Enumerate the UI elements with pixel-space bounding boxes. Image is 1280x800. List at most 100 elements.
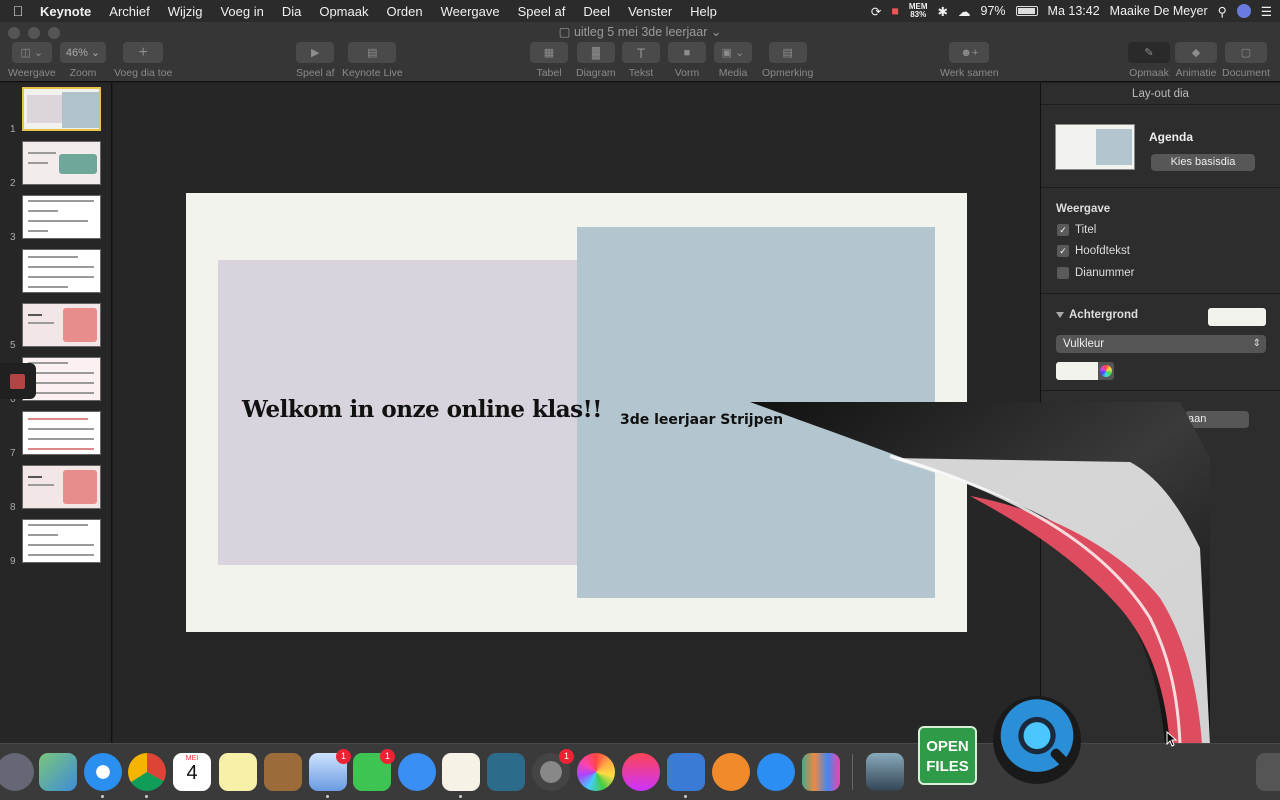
menu-voeg-in[interactable]: Voeg in	[211, 4, 272, 19]
background-heading: Achtergrond	[1069, 309, 1138, 321]
keynote-icon[interactable]	[667, 753, 705, 791]
trash-icon[interactable]	[1256, 753, 1280, 791]
document-title[interactable]: ▢ uitleg 5 mei 3de leerjaar ⌄	[0, 24, 1280, 39]
messages-icon[interactable]	[398, 753, 436, 791]
bluetooth-icon[interactable]: ✱	[938, 4, 948, 19]
slide-title[interactable]: Welkom in onze online klas!!	[242, 396, 602, 423]
notes-icon[interactable]	[219, 753, 257, 791]
maps-icon[interactable]	[39, 753, 77, 791]
apple-menu-icon[interactable]: 	[0, 3, 36, 19]
system-preferences-icon[interactable]: 1	[532, 749, 574, 791]
menu-dia[interactable]: Dia	[273, 4, 311, 19]
spotlight-search-icon[interactable]: ⚲	[1218, 4, 1227, 19]
siri-icon[interactable]	[1236, 4, 1251, 18]
slide-thumbnail-9[interactable]: 9	[0, 519, 112, 567]
menu-deel[interactable]: Deel	[574, 4, 619, 19]
change-master-button[interactable]: Kies basisdia	[1151, 154, 1255, 171]
slide-preview	[22, 411, 101, 455]
current-slide[interactable]: Welkom in onze online klas!! 3de leerjaa…	[186, 193, 967, 632]
notification-badge: 1	[336, 749, 351, 764]
mail-stamp-icon[interactable]: 1	[309, 749, 351, 791]
fill-type-select[interactable]: Vulkleur ⇕	[1056, 335, 1266, 353]
view-tool[interactable]: ◫ ⌄ Weergave	[8, 42, 56, 79]
shield-icon[interactable]: ■	[891, 4, 899, 18]
body-checkbox[interactable]: ✓ Hoofdtekst	[1057, 245, 1130, 257]
format-tool[interactable]: ✎ Opmaak	[1128, 42, 1170, 79]
table-tool[interactable]: ▦ Tabel	[530, 42, 568, 79]
slide-preview	[22, 141, 101, 185]
collaborate-tool[interactable]: ☻+ Werk samen	[940, 42, 999, 79]
slide-thumbnail-8[interactable]: 8	[0, 465, 112, 513]
text-tool[interactable]: T Tekst	[622, 42, 660, 79]
quicktime-icon[interactable]	[993, 696, 1081, 784]
books-icon[interactable]	[712, 753, 750, 791]
menu-orden[interactable]: Orden	[377, 4, 431, 19]
calendar-icon[interactable]: MEI 4	[173, 753, 211, 791]
zoom-tool[interactable]: 46% ⌄ Zoom	[60, 42, 106, 79]
edit-master-button[interactable]: aan	[1185, 411, 1249, 428]
preview-icon[interactable]	[866, 753, 904, 791]
slide-thumbnail-1[interactable]: 1	[0, 87, 112, 135]
add-slide-tool[interactable]: + Voeg dia toe	[114, 42, 172, 79]
chevron-down-icon: ⌄	[710, 25, 722, 39]
fill-color-well[interactable]	[1056, 362, 1098, 380]
menu-archief[interactable]: Archief	[100, 4, 158, 19]
slide-number: 5	[10, 340, 16, 351]
slide-thumbnail-2[interactable]: 2	[0, 141, 112, 189]
color-wheel-icon	[1100, 365, 1112, 377]
slide-thumbnail-3[interactable]: 3	[0, 195, 112, 243]
document-title-text: uitleg 5 mei 3de leerjaar	[573, 25, 708, 39]
menu-help[interactable]: Help	[681, 4, 726, 19]
battery-icon[interactable]	[1015, 6, 1038, 16]
animate-tool[interactable]: ◆ Animatie	[1175, 42, 1217, 79]
open-files-app-icon[interactable]: OPEN FILES	[918, 726, 977, 785]
slide-canvas[interactable]: Welkom in onze online klas!! 3de leerjaa…	[113, 83, 1040, 743]
shape-tool[interactable]: ■ Vorm	[668, 42, 706, 79]
media-tool[interactable]: ▣ ⌄ Media	[714, 42, 752, 79]
slide-number: 3	[10, 232, 16, 243]
menu-opmaak[interactable]: Opmaak	[310, 4, 377, 19]
menu-app-name[interactable]: Keynote	[36, 4, 100, 19]
title-checkbox[interactable]: ✓ Titel	[1057, 224, 1096, 236]
clock[interactable]: Ma 13:42	[1048, 4, 1100, 18]
menu-wijzig[interactable]: Wijzig	[159, 4, 212, 19]
chrome-icon[interactable]	[128, 753, 166, 791]
slide-thumbnail-7[interactable]: 7	[0, 411, 112, 459]
play-tool[interactable]: ▶ Speel af	[296, 42, 335, 79]
user-name[interactable]: Maaike De Meyer	[1110, 4, 1208, 18]
facetime-icon[interactable]: 1	[353, 749, 395, 791]
document-tool[interactable]: ▢ Document	[1222, 42, 1270, 79]
menu-weergave[interactable]: Weergave	[432, 4, 509, 19]
menu-speel-af[interactable]: Speel af	[509, 4, 575, 19]
cloud-icon[interactable]: ☁	[958, 4, 971, 19]
contacts-icon[interactable]	[264, 753, 302, 791]
layout-name: Agenda	[1149, 130, 1194, 144]
layout-thumbnail[interactable]	[1055, 124, 1135, 170]
memory-indicator[interactable]: MEM 83%	[909, 3, 928, 19]
keynote-live-tool[interactable]: ▤ Keynote Live	[342, 42, 403, 79]
numbers-icon[interactable]	[802, 753, 840, 791]
sync-icon[interactable]: ⟳	[871, 4, 881, 19]
app-store-icon[interactable]	[757, 753, 795, 791]
color-chip[interactable]	[0, 363, 36, 399]
launchpad-icon[interactable]	[0, 753, 34, 791]
battery-percent[interactable]: 97%	[981, 4, 1006, 18]
background-color-swatch[interactable]	[1208, 308, 1266, 326]
game-controller-icon[interactable]	[487, 753, 525, 791]
slide-subtitle[interactable]: 3de leerjaar Strijpen	[620, 412, 783, 428]
safari-icon[interactable]	[84, 753, 122, 791]
slide-number-checkbox[interactable]: Dianummer	[1057, 267, 1134, 279]
music-icon[interactable]	[622, 753, 660, 791]
disclosure-triangle-icon[interactable]	[1056, 312, 1064, 318]
pages-icon[interactable]	[442, 753, 480, 791]
slide-thumbnail-5[interactable]: 5	[0, 303, 112, 351]
chart-tool[interactable]: ▓ Diagram	[576, 42, 616, 79]
comment-tool[interactable]: ▤ Opmerking	[762, 42, 813, 79]
zoom-select[interactable]: 46% ⌄	[60, 42, 106, 63]
color-wheel-button[interactable]	[1098, 362, 1114, 380]
slide-thumbnail-4[interactable]	[0, 249, 112, 297]
notification-center-icon[interactable]: ☰	[1261, 4, 1272, 19]
photos-icon[interactable]	[577, 753, 615, 791]
menu-venster[interactable]: Venster	[619, 4, 681, 19]
add-slide-label: Voeg dia toe	[114, 67, 173, 79]
